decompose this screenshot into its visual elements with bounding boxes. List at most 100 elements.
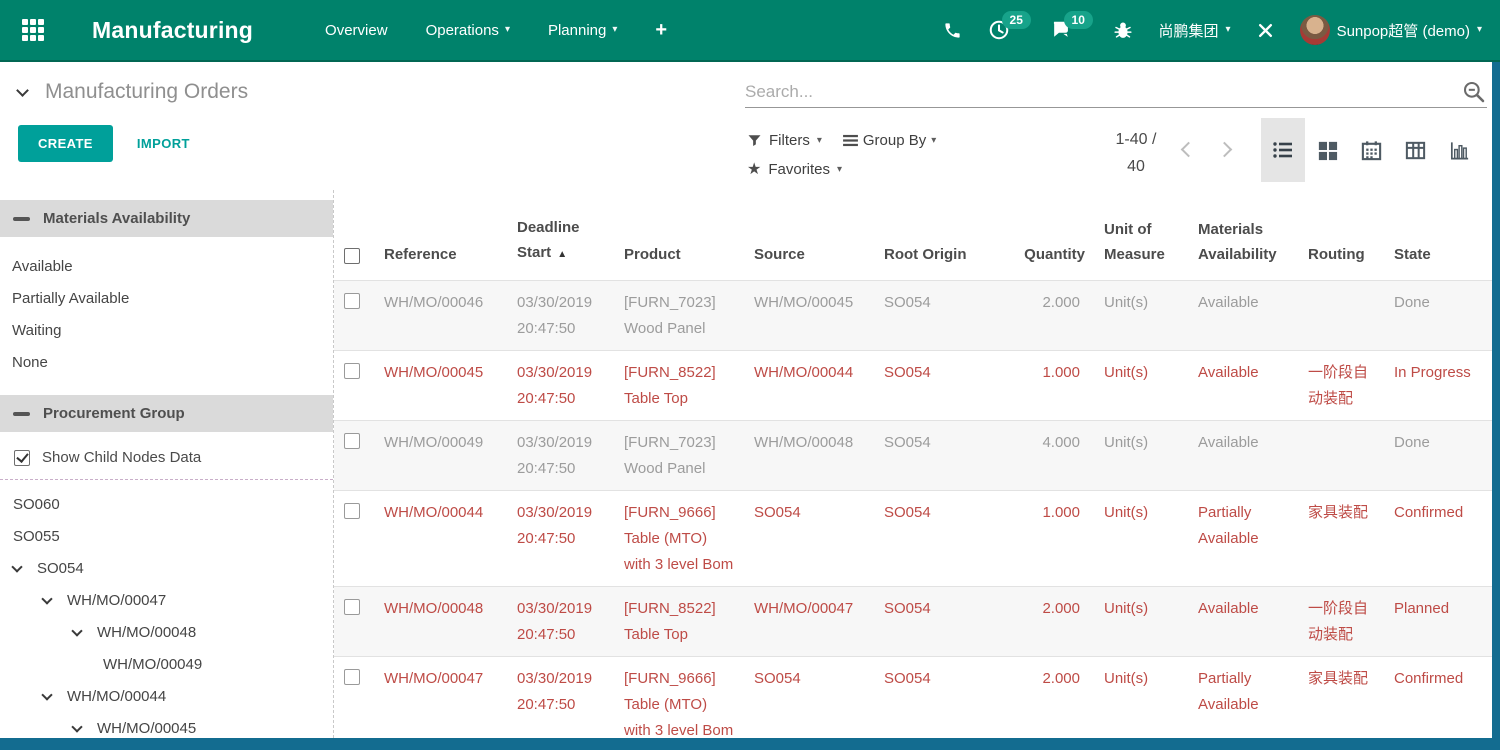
cell-source: SO054 (749, 491, 879, 586)
chevron-down-icon[interactable] (73, 727, 97, 731)
col-deadline-start[interactable]: Deadline Start▲ (512, 190, 619, 280)
select-all-checkbox[interactable] (344, 248, 360, 264)
cell-root-origin: SO054 (879, 491, 1007, 586)
pager-previous-button[interactable] (1183, 144, 1205, 166)
col-quantity[interactable]: Quantity (1007, 190, 1099, 280)
tree-item[interactable]: WH/MO/00044 (0, 681, 333, 713)
filter-waiting[interactable]: Waiting (12, 315, 333, 347)
chevron-down-icon[interactable] (43, 695, 67, 699)
cell-availability: Available (1193, 281, 1303, 350)
cell-availability: Partially Available (1193, 657, 1303, 738)
group-by-icon (843, 134, 858, 147)
chevron-down-icon[interactable] (73, 631, 97, 635)
col-reference[interactable]: Reference (379, 190, 512, 280)
cell-uom: Unit(s) (1099, 351, 1193, 420)
filters-dropdown[interactable]: Filters (769, 132, 810, 149)
tree-item[interactable]: WH/MO/00049 (0, 649, 333, 681)
cell-source: WH/MO/00045 (749, 281, 879, 350)
filter-partially-available[interactable]: Partially Available (12, 283, 333, 315)
control-panel: Manufacturing Orders CREATE IMPORT Filte… (0, 62, 1492, 190)
search-icon[interactable] (1461, 79, 1487, 105)
systray: 25 10 尚鹏集团▾ Sunpop超管 (demo) ▾ (943, 15, 1482, 45)
col-state[interactable]: State (1389, 190, 1492, 280)
col-routing[interactable]: Routing (1303, 190, 1389, 280)
group-by-dropdown[interactable]: Group By ▾ (843, 132, 936, 149)
show-child-nodes-toggle[interactable]: Show Child Nodes Data (0, 432, 333, 479)
company-switcher[interactable]: 尚鹏集团▾ (1159, 20, 1231, 41)
col-root-origin[interactable]: Root Origin (879, 190, 1007, 280)
table-row[interactable]: WH/MO/00046 03/30/201920:47:50 [FURN_702… (334, 280, 1492, 350)
cell-source: WH/MO/00048 (749, 421, 879, 490)
tree-item[interactable]: SO055 (0, 521, 333, 553)
cell-routing: 一阶段自动装配 (1303, 351, 1389, 420)
voip-phone-icon[interactable] (943, 21, 962, 40)
user-menu[interactable]: Sunpop超管 (demo) ▾ (1300, 15, 1482, 45)
cell-reference: WH/MO/00045 (379, 351, 512, 420)
row-checkbox[interactable] (344, 669, 360, 685)
section-procurement-group[interactable]: Procurement Group (0, 395, 333, 432)
tree-item[interactable]: WH/MO/00045 (0, 713, 333, 738)
cell-quantity: 2.000 (1007, 281, 1099, 350)
add-menu-button[interactable]: + (655, 19, 667, 42)
cell-product: [FURN_9666] Table (MTO) with 3 level Bom (619, 657, 749, 738)
cell-availability: Partially Available (1193, 491, 1303, 586)
col-source[interactable]: Source (749, 190, 879, 280)
cell-routing: 一阶段自动装配 (1303, 587, 1389, 656)
pager-next-button[interactable] (1219, 144, 1241, 166)
list-view-button[interactable] (1261, 118, 1305, 182)
col-unit-of-measure[interactable]: Unit of Measure (1099, 190, 1193, 280)
cell-deadline: 03/30/201920:47:50 (512, 587, 619, 656)
activities-clock-icon[interactable]: 25 (988, 19, 1010, 41)
apps-menu-icon[interactable] (22, 19, 44, 41)
row-checkbox[interactable] (344, 433, 360, 449)
chevron-down-icon[interactable] (13, 567, 37, 571)
cell-deadline: 03/30/201920:47:50 (512, 351, 619, 420)
cell-uom: Unit(s) (1099, 281, 1193, 350)
chevron-down-icon[interactable] (16, 84, 29, 97)
row-checkbox[interactable] (344, 363, 360, 379)
table-row[interactable]: WH/MO/00049 03/30/201920:47:50 [FURN_702… (334, 420, 1492, 490)
messages-chat-icon[interactable]: 10 (1050, 19, 1073, 41)
filter-none[interactable]: None (12, 347, 333, 379)
col-product[interactable]: Product (619, 190, 749, 280)
menu-planning[interactable]: Planning▾ (548, 22, 617, 39)
caret-down-icon: ▾ (612, 25, 617, 35)
section-materials-availability[interactable]: Materials Availability (0, 200, 333, 237)
chevron-down-icon[interactable] (43, 599, 67, 603)
row-checkbox[interactable] (344, 503, 360, 519)
col-materials-availability[interactable]: Materials Availability (1193, 190, 1303, 280)
search-bar (745, 76, 1487, 108)
cell-source: WH/MO/00047 (749, 587, 879, 656)
kanban-view-button[interactable] (1305, 118, 1349, 182)
favorites-dropdown[interactable]: ★ Favorites ▾ (747, 155, 936, 184)
table-row[interactable]: WH/MO/00048 03/30/201920:47:50 [FURN_852… (334, 586, 1492, 656)
table-row[interactable]: WH/MO/00047 03/30/201920:47:50 [FURN_966… (334, 656, 1492, 738)
menu-operations[interactable]: Operations▾ (426, 22, 510, 39)
cell-root-origin: SO054 (879, 657, 1007, 738)
cell-reference: WH/MO/00047 (379, 657, 512, 738)
search-input[interactable] (745, 82, 1461, 102)
table-row[interactable]: WH/MO/00045 03/30/201920:47:50 [FURN_852… (334, 350, 1492, 420)
cell-root-origin: SO054 (879, 281, 1007, 350)
view-switcher (1261, 118, 1481, 182)
cell-routing: 家具装配 (1303, 657, 1389, 738)
tools-icon[interactable] (1257, 22, 1274, 39)
graph-view-button[interactable] (1437, 118, 1481, 182)
search-panel-sidebar: Materials Availability Available Partial… (0, 190, 334, 738)
create-button[interactable]: CREATE (18, 125, 113, 162)
tree-item[interactable]: SO060 (0, 489, 333, 521)
tree-item[interactable]: SO054 (0, 553, 333, 585)
bug-debug-icon[interactable] (1113, 20, 1133, 40)
checkbox-checked[interactable] (14, 450, 30, 466)
row-checkbox[interactable] (344, 293, 360, 309)
pivot-view-button[interactable] (1393, 118, 1437, 182)
row-checkbox[interactable] (344, 599, 360, 615)
tree-item[interactable]: WH/MO/00048 (0, 617, 333, 649)
table-row[interactable]: WH/MO/00044 03/30/201920:47:50 [FURN_966… (334, 490, 1492, 586)
calendar-view-button[interactable] (1349, 118, 1393, 182)
breadcrumb[interactable]: Manufacturing Orders (18, 80, 248, 104)
tree-item[interactable]: WH/MO/00047 (0, 585, 333, 617)
import-button[interactable]: IMPORT (137, 136, 190, 151)
menu-overview[interactable]: Overview (325, 22, 388, 39)
filter-available[interactable]: Available (12, 251, 333, 283)
